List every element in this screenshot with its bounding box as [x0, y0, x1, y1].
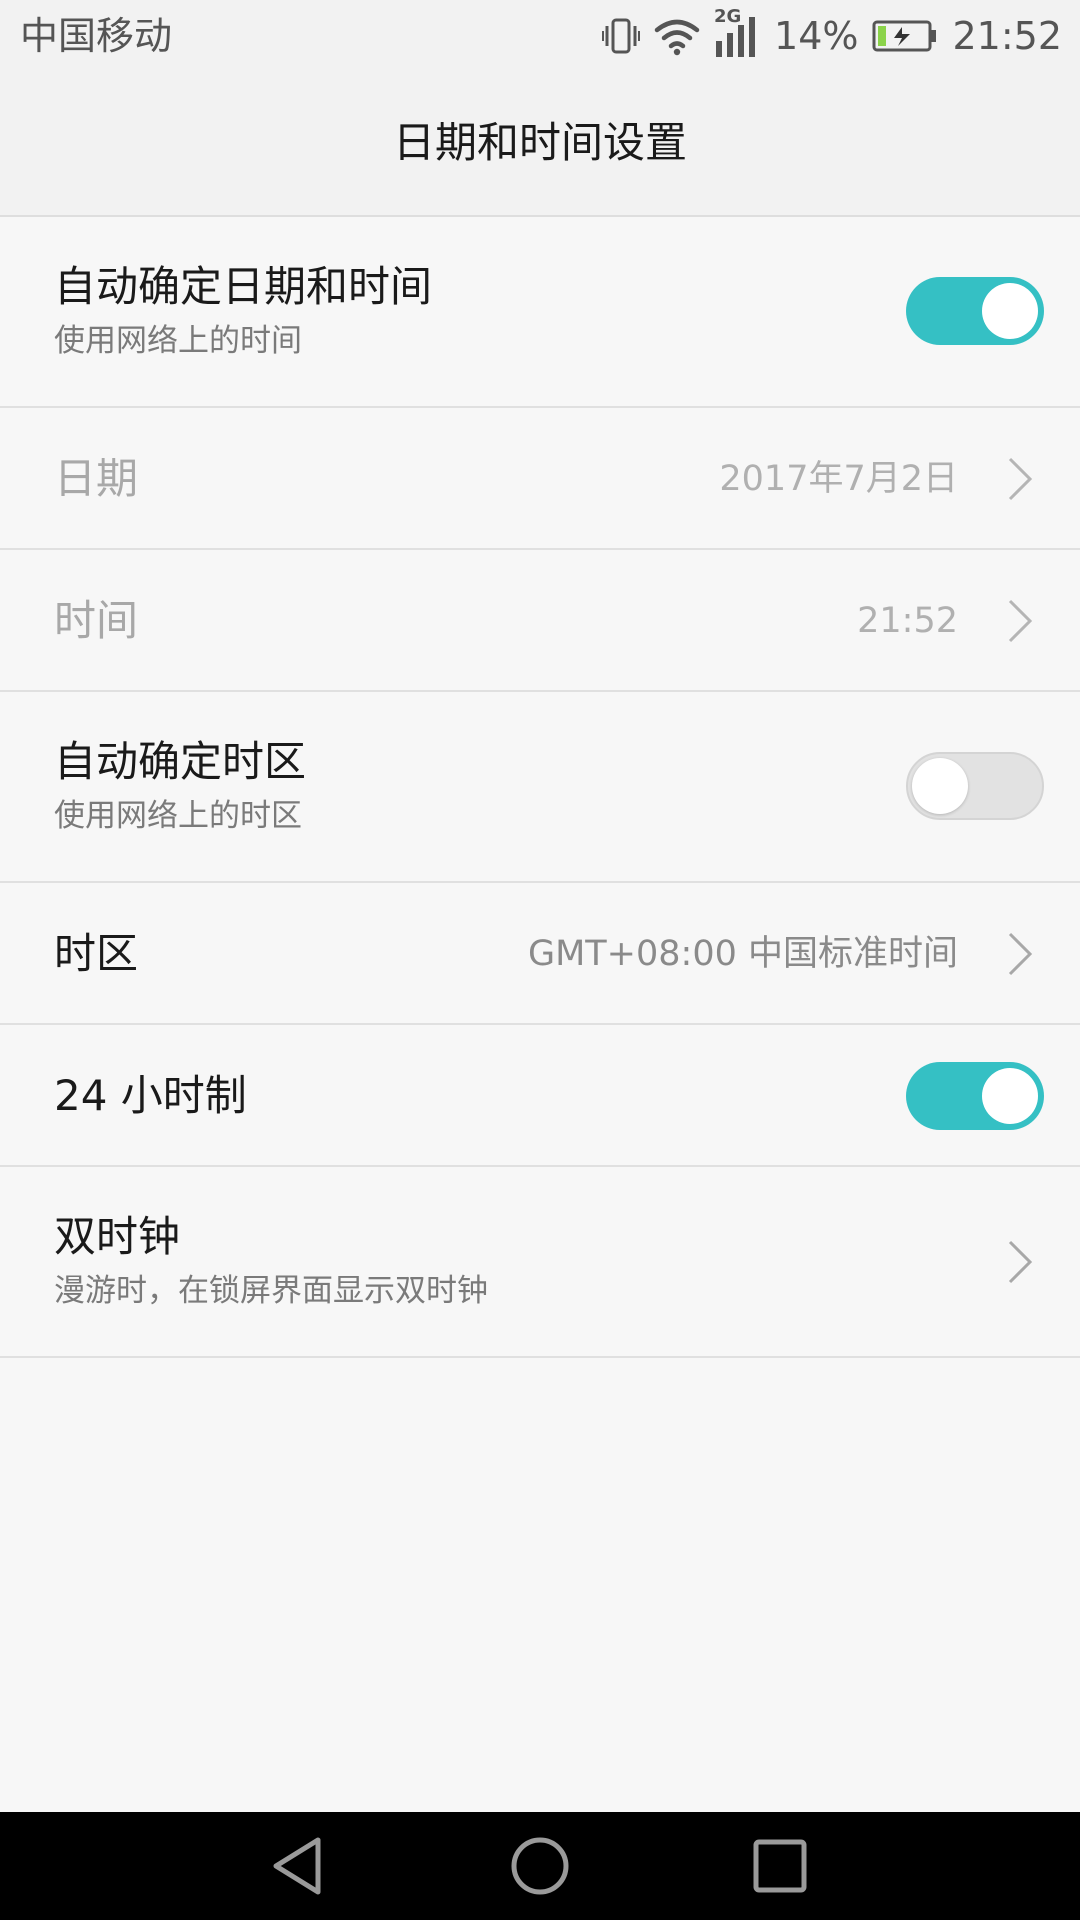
- vibrate-icon: [602, 18, 641, 54]
- auto-datetime-row[interactable]: 自动确定日期和时间 使用网络上的时间: [0, 217, 1080, 408]
- header: 日期和时间设置: [0, 72, 1080, 217]
- chevron-right-icon: [1008, 1240, 1033, 1284]
- auto-timezone-row[interactable]: 自动确定时区 使用网络上的时区: [0, 692, 1080, 883]
- recents-icon[interactable]: [748, 1834, 812, 1898]
- wifi-icon: [654, 19, 700, 56]
- time-row[interactable]: 时间 21:52: [0, 550, 1080, 692]
- dual-clock-row[interactable]: 双时钟 漫游时，在锁屏界面显示双时钟: [0, 1167, 1080, 1358]
- battery-percent: 14%: [774, 14, 859, 58]
- date-title: 日期: [54, 454, 139, 503]
- date-value: 2017年7月2日: [719, 459, 958, 499]
- carrier-name: 中国移动: [20, 14, 173, 58]
- home-icon[interactable]: [508, 1834, 572, 1898]
- back-icon[interactable]: [268, 1834, 332, 1898]
- battery-charging-icon: [872, 20, 937, 52]
- toggle-knob: [982, 283, 1038, 339]
- auto-datetime-title: 自动确定日期和时间: [54, 262, 433, 311]
- chevron-right-icon: [1008, 932, 1033, 976]
- auto-timezone-subtitle: 使用网络上的时区: [54, 798, 302, 834]
- hour24-title: 24 小时制: [54, 1071, 247, 1120]
- status-icons: 2G 14% 21:52: [602, 7, 1062, 60]
- toggle-knob: [982, 1068, 1038, 1124]
- date-row[interactable]: 日期 2017年7月2日: [0, 408, 1080, 550]
- auto-timezone-title: 自动确定时区: [54, 737, 307, 786]
- dual-clock-title: 双时钟: [54, 1212, 181, 1261]
- chevron-right-icon: [1008, 599, 1033, 643]
- cellular-signal-icon: 2G: [714, 7, 760, 59]
- timezone-row[interactable]: 时区 GMT+08:00 中国标准时间: [0, 883, 1080, 1025]
- timezone-title: 时区: [54, 929, 139, 978]
- chevron-right-icon: [1008, 457, 1033, 501]
- hour24-row[interactable]: 24 小时制: [0, 1025, 1080, 1167]
- page-title: 日期和时间设置: [392, 118, 687, 167]
- auto-timezone-toggle[interactable]: [906, 752, 1044, 820]
- status-bar: 中国移动 2G 14% 21:52: [0, 0, 1080, 72]
- time-title: 时间: [54, 596, 139, 645]
- auto-datetime-toggle[interactable]: [906, 277, 1044, 345]
- timezone-value: GMT+08:00 中国标准时间: [527, 934, 958, 974]
- status-clock: 21:52: [952, 14, 1062, 58]
- time-value: 21:52: [857, 601, 958, 641]
- hour24-toggle[interactable]: [906, 1062, 1044, 1130]
- settings-list: 自动确定日期和时间 使用网络上的时间 日期 2017年7月2日 时间 21:52…: [0, 217, 1080, 1358]
- auto-datetime-subtitle: 使用网络上的时间: [54, 323, 302, 359]
- navigation-bar: [0, 1812, 1080, 1920]
- toggle-knob: [912, 758, 968, 814]
- dual-clock-subtitle: 漫游时，在锁屏界面显示双时钟: [54, 1273, 488, 1309]
